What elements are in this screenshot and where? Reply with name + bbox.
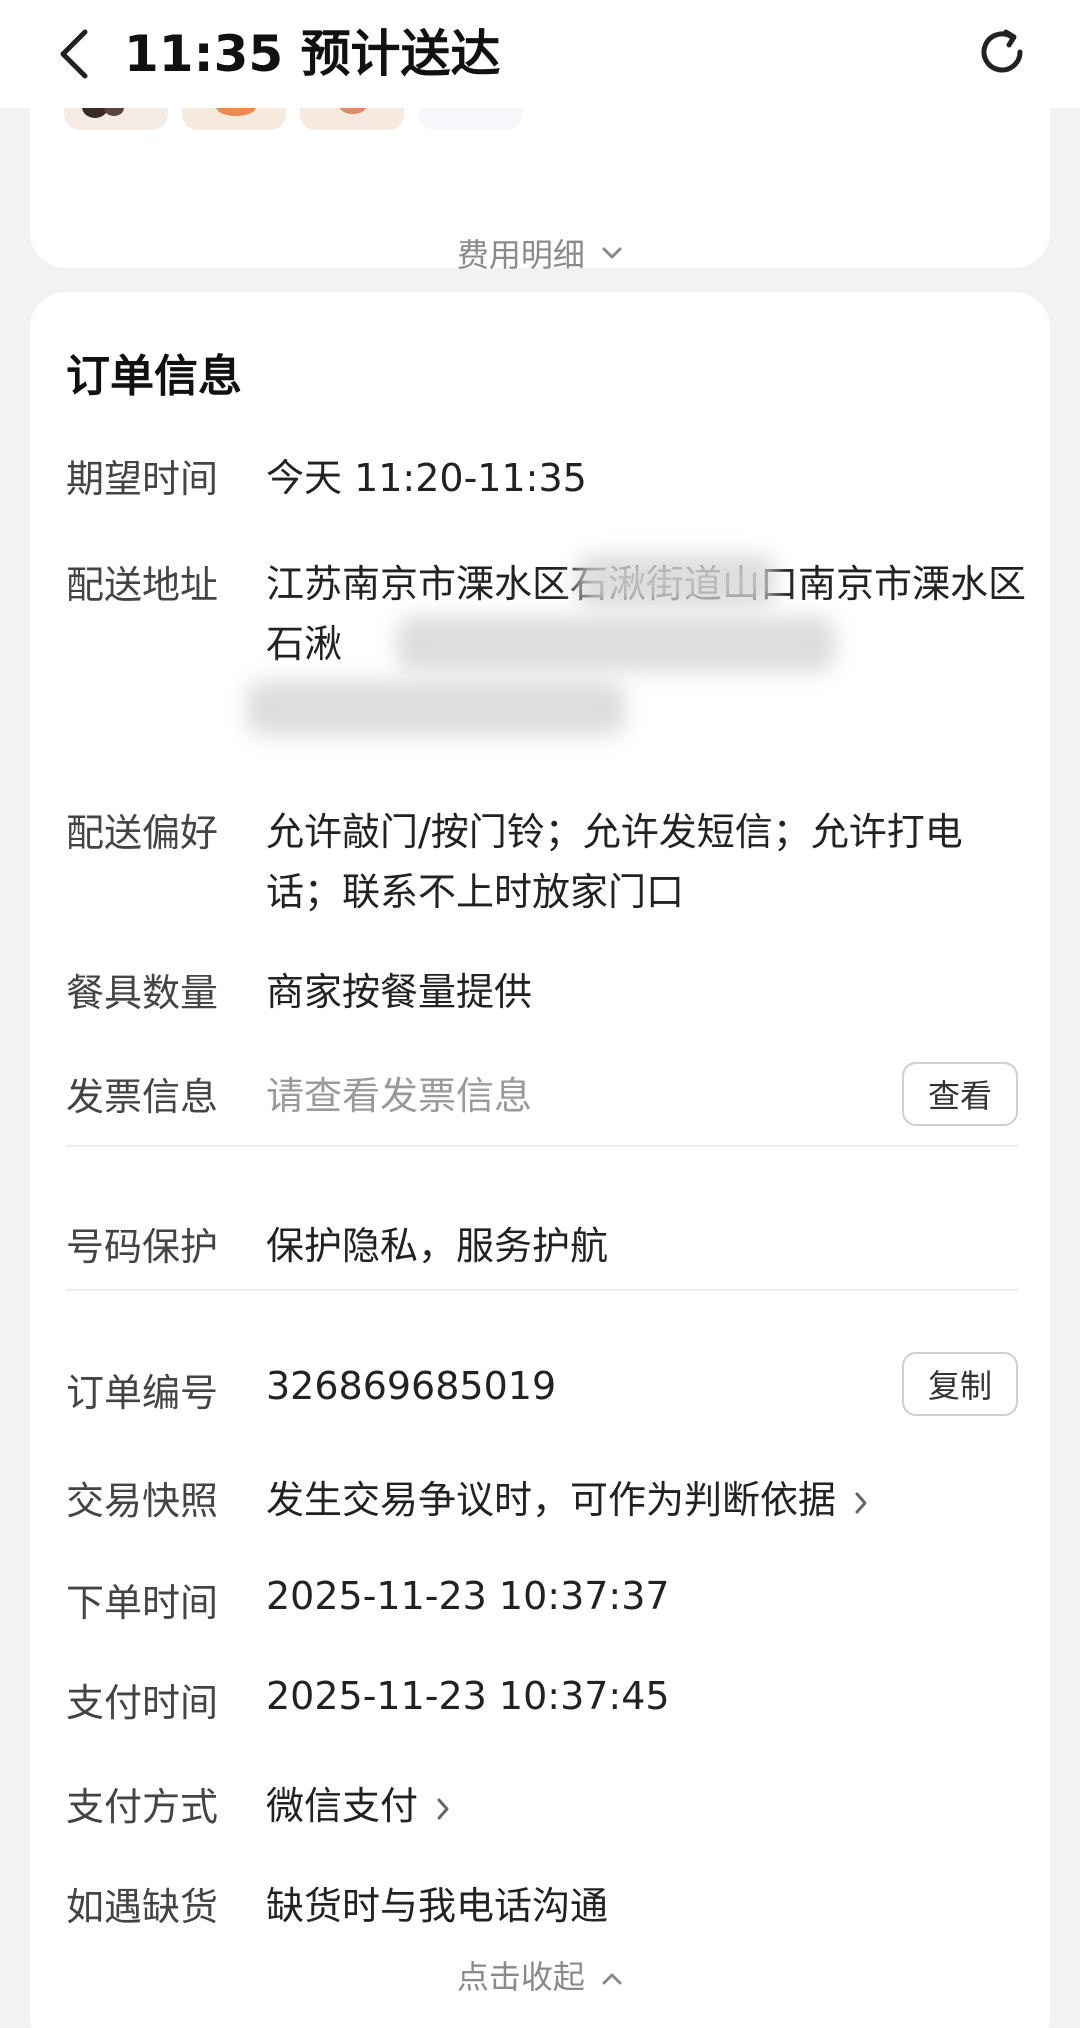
row-label: 发票信息 bbox=[66, 1075, 219, 1119]
pay-method-value: 微信支付 bbox=[266, 1776, 450, 1836]
snapshot-value: 发生交易争议时，可作为判断依据 bbox=[266, 1470, 868, 1530]
row-order-number: 订单编号 326869685019 复制 bbox=[66, 1352, 1018, 1426]
row-out-of-stock: 如遇缺货 缺货时与我电话沟通 bbox=[66, 1876, 1018, 1936]
row-preference: 配送偏好 允许敲门/按门铃；允许发短信；允许打电话；联系不上时放家门口 bbox=[66, 802, 1018, 922]
redacted-area bbox=[576, 554, 776, 608]
row-label: 下单时间 bbox=[66, 1581, 219, 1625]
top-bar: 11:35 预计送达 bbox=[0, 0, 1080, 108]
preference-value: 允许敲门/按门铃；允许发短信；允许打电话；联系不上时放家门口 bbox=[266, 810, 963, 914]
view-invoice-button[interactable]: 查看 bbox=[902, 1062, 1018, 1126]
row-label: 期望时间 bbox=[66, 457, 219, 501]
row-label: 配送偏好 bbox=[66, 811, 219, 855]
order-info-card: 订单信息 期望时间 今天 11:20-11:35 配送地址 江苏南京市溧水区石湫… bbox=[30, 292, 1050, 2028]
collapse-label: 点击收起 bbox=[456, 1958, 585, 1996]
row-pay-time: 支付时间 2025-11-23 10:37:45 bbox=[66, 1672, 1018, 1732]
number-protect-value: 保护隐私，服务护航 bbox=[266, 1224, 609, 1268]
row-label: 号码保护 bbox=[66, 1225, 219, 1269]
chevron-down-icon bbox=[602, 247, 622, 259]
section-title: 订单信息 bbox=[66, 351, 242, 402]
redacted-area bbox=[246, 680, 626, 736]
divider bbox=[66, 1145, 1018, 1147]
row-label: 餐具数量 bbox=[66, 971, 219, 1015]
pay-time-value: 2025-11-23 10:37:45 bbox=[266, 1674, 670, 1718]
row-number-protect: 号码保护 保护隐私，服务护航 bbox=[66, 1216, 1018, 1276]
expected-time-value: 今天 11:20-11:35 bbox=[266, 456, 587, 500]
row-tableware: 餐具数量 商家按餐量提供 bbox=[66, 962, 1018, 1022]
row-snapshot[interactable]: 交易快照 发生交易争议时，可作为判断依据 bbox=[66, 1470, 1018, 1530]
fee-detail-label: 费用明细 bbox=[456, 236, 585, 274]
refresh-icon bbox=[981, 29, 1023, 73]
chevron-right-icon bbox=[855, 1492, 867, 1513]
copy-order-number-button[interactable]: 复制 bbox=[902, 1352, 1018, 1416]
divider bbox=[66, 1289, 1018, 1291]
order-number-value: 326869685019 bbox=[266, 1364, 557, 1408]
redacted-area bbox=[396, 616, 836, 672]
chevron-left-icon bbox=[60, 29, 88, 79]
pay-method-text: 微信支付 bbox=[266, 1784, 419, 1828]
tableware-value: 商家按餐量提供 bbox=[266, 970, 533, 1014]
row-invoice: 发票信息 请查看发票信息 查看 bbox=[66, 1062, 1018, 1130]
row-label: 支付时间 bbox=[66, 1681, 219, 1725]
row-order-time: 下单时间 2025-11-23 10:37:37 bbox=[66, 1572, 1018, 1632]
chevron-right-icon bbox=[437, 1798, 449, 1819]
row-pay-method[interactable]: 支付方式 微信支付 bbox=[66, 1776, 1018, 1836]
row-label: 如遇缺货 bbox=[66, 1885, 219, 1929]
fee-detail-toggle[interactable]: 费用明细 bbox=[30, 230, 1050, 276]
invoice-value: 请查看发票信息 bbox=[266, 1074, 533, 1118]
row-label: 订单编号 bbox=[66, 1371, 219, 1415]
snapshot-text: 发生交易争议时，可作为判断依据 bbox=[266, 1478, 837, 1522]
row-address: 配送地址 江苏南京市溧水区石湫街道山口南京市溧水区石湫 bbox=[66, 554, 1026, 736]
page-title: 11:35 预计送达 bbox=[124, 25, 501, 83]
row-label: 支付方式 bbox=[66, 1785, 219, 1829]
order-time-value: 2025-11-23 10:37:37 bbox=[266, 1574, 670, 1618]
row-label: 交易快照 bbox=[66, 1479, 219, 1523]
out-of-stock-value: 缺货时与我电话沟通 bbox=[266, 1884, 609, 1928]
row-label: 配送地址 bbox=[66, 563, 219, 607]
refresh-button[interactable] bbox=[964, 14, 1040, 90]
back-button[interactable] bbox=[44, 18, 104, 90]
collapse-toggle[interactable]: 点击收起 bbox=[30, 1952, 1050, 1998]
chevron-up-icon bbox=[602, 1973, 622, 1985]
row-expected-time: 期望时间 今天 11:20-11:35 bbox=[66, 448, 1018, 508]
